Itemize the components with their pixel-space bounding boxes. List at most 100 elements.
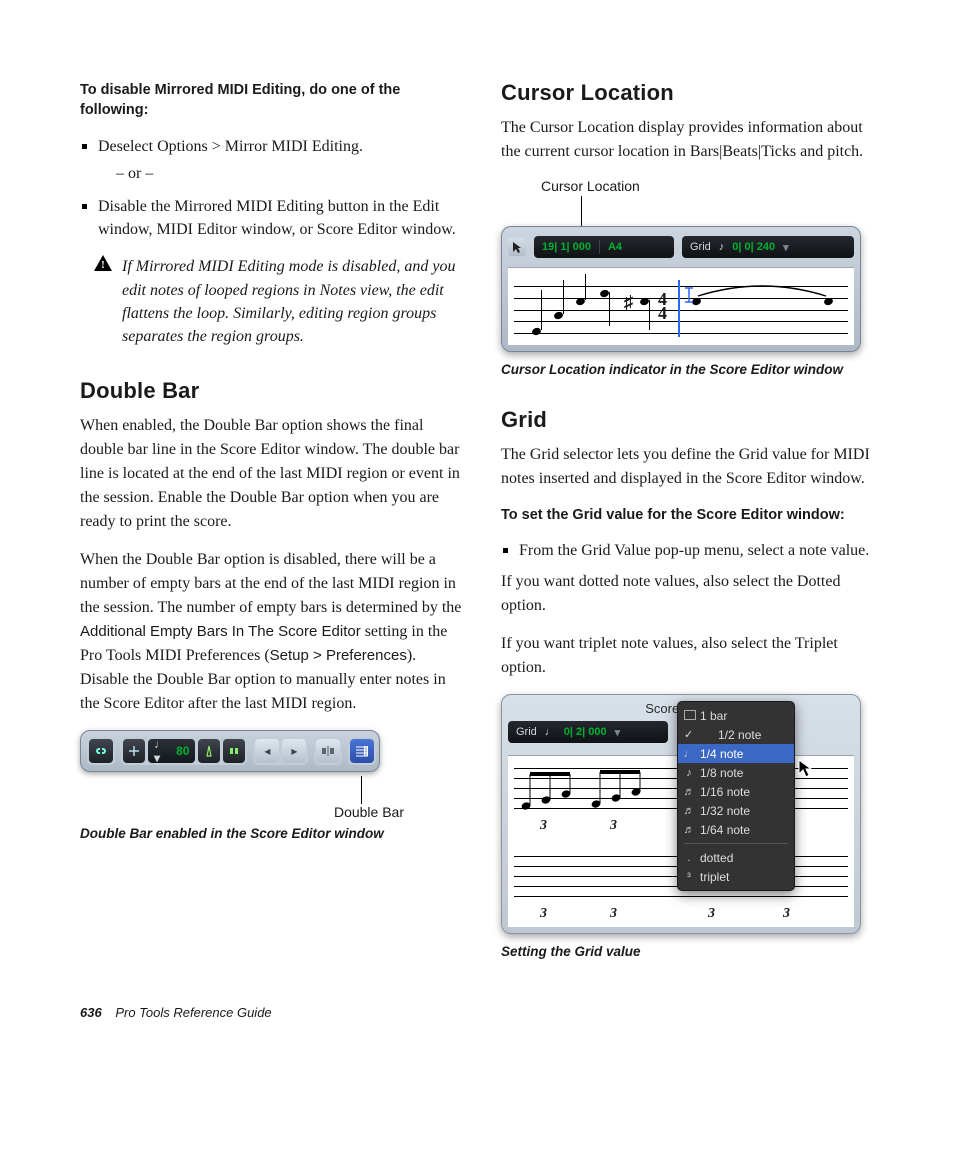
triplet-marker: 3	[540, 818, 547, 834]
instruction-heading: To disable Mirrored MIDI Editing, do one…	[80, 80, 463, 121]
playback-cursor	[678, 280, 680, 337]
paragraph: The Grid selector lets you define the Gr…	[501, 443, 884, 491]
score-editor-panel: 19| 1| 000 A4 Grid ♪ 0| 0| 240 ▾	[501, 226, 861, 352]
arrow-right-button[interactable]: ▸	[282, 739, 306, 763]
triplet-marker: 3	[610, 818, 617, 834]
toolbar-group: ♩ ▾80	[121, 737, 247, 765]
figure-caption: Setting the Grid value	[501, 944, 884, 959]
heading-double-bar: Double Bar	[80, 378, 463, 404]
sixteenth-note-icon: ♬	[684, 786, 694, 798]
grid-display[interactable]: Grid ♪ 0| 0| 240 ▾	[682, 236, 854, 258]
menu-item-half-note[interactable]: 1/2 note	[678, 725, 794, 744]
callout-label: Double Bar	[334, 804, 404, 820]
toolbar-group	[348, 737, 376, 765]
sixtyfourth-note-icon: ♬	[684, 824, 694, 836]
heading-grid: Grid	[501, 407, 884, 433]
menu-item-quarter-note[interactable]: ♩1/4 note	[678, 744, 794, 763]
triplet-marker: 3	[610, 906, 617, 922]
menu-separator	[684, 843, 788, 844]
cursor-location-display[interactable]: 19| 1| 000 A4	[534, 236, 674, 258]
menu-item-triplet[interactable]: ³triplet	[678, 867, 794, 886]
toolbar-group	[87, 737, 115, 765]
link-button[interactable]	[89, 739, 113, 763]
warning-icon: !	[94, 255, 112, 348]
text-run: When the Double Bar option is disabled, …	[80, 551, 461, 616]
insertion-cursor-icon	[682, 286, 696, 309]
menu-item-eighth-note[interactable]: ♪1/8 note	[678, 763, 794, 782]
bullet-text: Deselect Options > Mirror MIDI Editing.	[98, 138, 363, 155]
figure-caption: Cursor Location indicator in the Score E…	[501, 362, 884, 377]
grid-display[interactable]: Grid ♩ 0| 2| 000 ▾	[508, 721, 668, 743]
paragraph: When enabled, the Double Bar option show…	[80, 414, 463, 534]
paragraph: When the Double Bar option is disabled, …	[80, 548, 463, 716]
page-footer: 636 Pro Tools Reference Guide	[80, 1005, 884, 1020]
page-number: 636	[80, 1005, 102, 1020]
quarter-note-icon: ♩	[684, 748, 694, 760]
paragraph: The Cursor Location display provides inf…	[501, 116, 884, 164]
double-bar-button[interactable]	[350, 739, 374, 763]
grid-value: 0| 2| 000	[564, 726, 607, 738]
list-item: Disable the Mirrored MIDI Editing button…	[80, 195, 463, 241]
menu-item-sixteenth-note[interactable]: ♬1/16 note	[678, 782, 794, 801]
thirtysecond-note-icon: ♬	[684, 805, 694, 817]
page: To disable Mirrored MIDI Editing, do one…	[0, 0, 954, 1060]
figure-cursor-location: Cursor Location 19| 1| 000 A4 Grid	[501, 178, 861, 352]
paragraph: If you want dotted note values, also sel…	[501, 570, 884, 618]
metronome-button[interactable]	[198, 739, 220, 763]
cursor-location-value: 19| 1| 000	[542, 241, 591, 253]
right-column: Cursor Location The Cursor Location disp…	[501, 80, 884, 965]
toolbar-group: ◂ ▸	[253, 737, 308, 765]
left-column: To disable Mirrored MIDI Editing, do one…	[80, 80, 463, 965]
callout-leader: Double Bar	[80, 776, 380, 816]
grid-label: Grid	[690, 241, 711, 253]
music-staff: ♯ 44	[508, 267, 854, 345]
grid-value: 0| 0| 240	[732, 241, 775, 253]
list-item: From the Grid Value pop-up menu, select …	[501, 539, 884, 562]
triplet-marker: 3	[540, 906, 547, 922]
dropdown-caret-icon: ▾	[615, 726, 621, 739]
figure-caption: Double Bar enabled in the Score Editor w…	[80, 826, 463, 841]
menu-item-dotted[interactable]: .dotted	[678, 848, 794, 867]
two-column-layout: To disable Mirrored MIDI Editing, do one…	[80, 80, 884, 965]
bullet-list: Deselect Options > Mirror MIDI Editing. …	[80, 135, 463, 242]
selector-tool-icon[interactable]	[508, 238, 526, 256]
menu-item-1-bar[interactable]: 1 bar	[678, 706, 794, 725]
insert-mode-button[interactable]	[316, 739, 340, 763]
paragraph: If you want triplet note values, also se…	[501, 632, 884, 680]
warning-text: If Mirrored MIDI Editing mode is disable…	[122, 255, 463, 348]
menu-item-thirtysecond-note[interactable]: ♬1/32 note	[678, 801, 794, 820]
grid-value-menu: 1 bar 1/2 note ♩1/4 note ♪1/8 note ♬1/16…	[677, 701, 795, 891]
conductor-button[interactable]	[123, 739, 145, 763]
count-off-button[interactable]	[223, 739, 245, 763]
callout-label: Cursor Location	[541, 178, 861, 194]
triplet-icon: ³	[684, 871, 694, 883]
warning-note: ! If Mirrored MIDI Editing mode is disab…	[94, 255, 463, 348]
menu-item-sixtyfourth-note[interactable]: ♬1/64 note	[678, 820, 794, 839]
setting-name: Additional Empty Bars In The Score Edito…	[80, 623, 361, 640]
score-toolbar: 19| 1| 000 A4 Grid ♪ 0| 0| 240 ▾	[508, 233, 854, 261]
menu-path: Setup > Preferences	[270, 647, 407, 664]
dropdown-caret-icon: ▾	[783, 241, 789, 254]
callout-leader	[581, 196, 861, 226]
arrow-left-button[interactable]: ◂	[255, 739, 279, 763]
grid-label: Grid	[516, 726, 537, 738]
toolbar-group	[314, 737, 342, 765]
score-editor-toolbar: ♩ ▾80 ◂ ▸	[80, 730, 380, 772]
triplet-marker: 3	[708, 906, 715, 922]
instruction-heading: To set the Grid value for the Score Edit…	[501, 505, 884, 525]
tempo-value: 80	[176, 744, 189, 758]
list-item: Deselect Options > Mirror MIDI Editing. …	[80, 135, 463, 185]
heading-cursor-location: Cursor Location	[501, 80, 884, 106]
bullet-list: From the Grid Value pop-up menu, select …	[501, 539, 884, 562]
figure-grid-menu: Score Editor Grid ♩ 0| 2| 000 ▾	[501, 694, 861, 934]
dot-icon: .	[684, 852, 694, 864]
eighth-note-icon: ♪	[684, 767, 694, 779]
cursor-pitch-value: A4	[608, 241, 622, 253]
figure-double-bar: ♩ ▾80 ◂ ▸	[80, 730, 380, 816]
score-editor-window: Score Editor Grid ♩ 0| 2| 000 ▾	[501, 694, 861, 934]
mouse-pointer-icon	[798, 759, 814, 784]
or-separator: – or –	[116, 162, 463, 185]
tempo-display[interactable]: ♩ ▾80	[148, 739, 195, 763]
book-title: Pro Tools Reference Guide	[115, 1005, 271, 1020]
triplet-marker: 3	[783, 906, 790, 922]
